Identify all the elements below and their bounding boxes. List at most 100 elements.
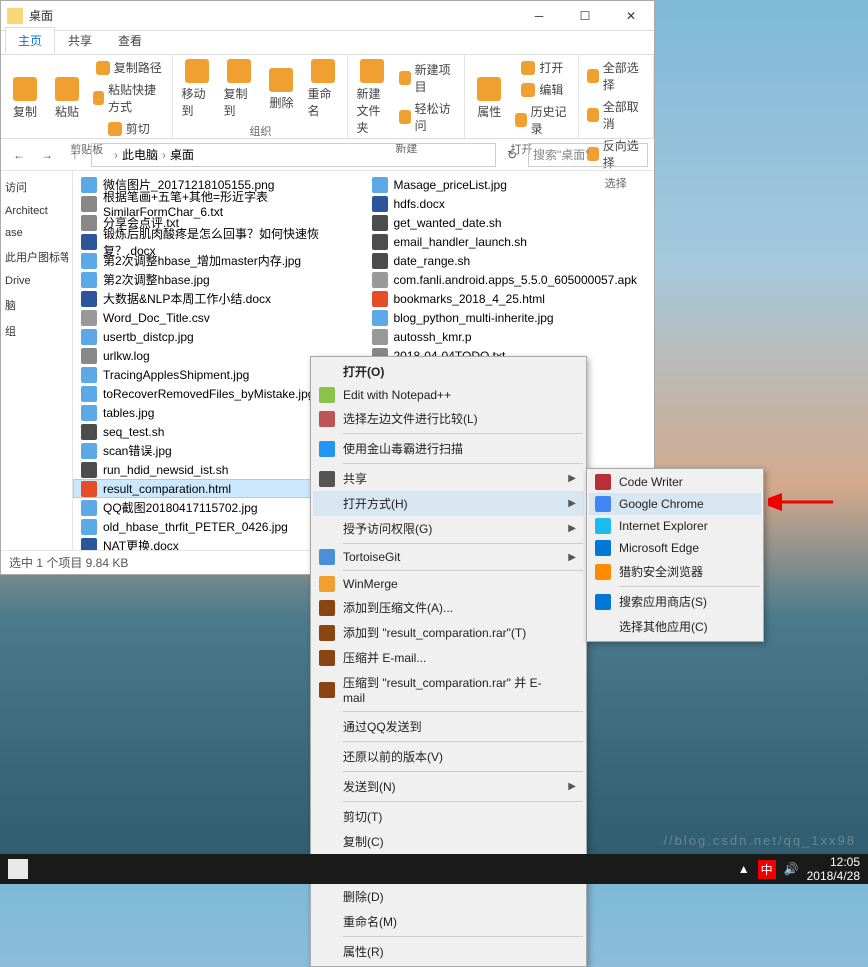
clock[interactable]: 12:05 2018/4/28 (807, 855, 860, 883)
ribbon-button[interactable]: 新建项目 (395, 59, 461, 97)
menu-item[interactable]: 通过QQ发送到 (313, 714, 584, 739)
menu-item[interactable]: 删除(D) (313, 884, 584, 909)
close-button[interactable]: ✕ (608, 1, 654, 31)
sidebar-item[interactable]: 脑 (5, 295, 68, 315)
sidebar-item[interactable]: 访问 (5, 177, 68, 197)
ribbon-button[interactable]: 全部选择 (583, 57, 649, 95)
menu-item[interactable]: 授予访问权限(G)▶ (313, 516, 584, 541)
file-item[interactable]: blog_python_multi-inherite.jpg (364, 308, 655, 327)
ribbon-icon (399, 110, 411, 124)
menu-item[interactable]: 猎豹安全浏览器 (589, 559, 761, 584)
file-item[interactable]: hdfs.docx (364, 194, 655, 213)
file-item[interactable]: get_wanted_date.sh (364, 213, 655, 232)
ribbon-button[interactable]: 粘贴快捷方式 (89, 79, 168, 117)
sidebar-item[interactable]: ase (5, 225, 68, 241)
file-item[interactable]: 大数据&NLP本周工作小结.docx (73, 289, 364, 308)
search-input[interactable]: 搜索"桌面" (528, 143, 648, 167)
menu-item[interactable]: 压缩到 "result_comparation.rar" 并 E-mail (313, 670, 584, 709)
ribbon-button[interactable]: 新建文件夹 (352, 57, 392, 138)
minimize-button[interactable]: ─ (516, 1, 562, 31)
file-item[interactable]: Word_Doc_Title.csv (73, 308, 364, 327)
menu-item[interactable]: Edit with Notepad++ (313, 384, 584, 406)
menu-item[interactable]: TortoiseGit▶ (313, 546, 584, 568)
menu-item[interactable]: Google Chrome (589, 493, 761, 515)
ribbon-tab[interactable]: 共享 (55, 27, 105, 54)
menu-item[interactable]: 打开方式(H)▶ (313, 491, 584, 516)
menu-item[interactable]: Microsoft Edge (589, 537, 761, 559)
ribbon-button[interactable]: 属性 (469, 75, 509, 122)
file-name: bookmarks_2018_4_25.html (394, 292, 545, 306)
file-icon (372, 196, 388, 212)
ribbon-tab[interactable]: 主页 (5, 27, 55, 54)
menu-item[interactable]: 选择左边文件进行比较(L) (313, 406, 584, 431)
up-button[interactable]: ↑ (63, 143, 87, 167)
menu-item[interactable]: 选择其他应用(C) (589, 614, 761, 639)
ribbon-button[interactable]: 删除 (261, 66, 301, 113)
sidebar-item[interactable]: Drive (5, 273, 68, 289)
ribbon-icon (96, 61, 110, 75)
menu-item[interactable]: 添加到 "result_comparation.rar"(T) (313, 620, 584, 645)
file-item[interactable]: email_handler_launch.sh (364, 232, 655, 251)
menu-item[interactable]: 使用金山毒霸进行扫描 (313, 436, 584, 461)
ribbon-button[interactable]: 历史记录 (511, 101, 573, 139)
menu-item[interactable]: 属性(R) (313, 939, 584, 964)
file-item[interactable]: usertb_distcp.jpg (73, 327, 364, 346)
ribbon-button[interactable]: 移动到 (177, 57, 217, 121)
file-item[interactable]: autossh_kmr.p (364, 327, 655, 346)
breadcrumb-part[interactable]: 桌面 (170, 146, 194, 163)
sidebar-item[interactable]: 此用户图标等1 (5, 247, 68, 267)
ribbon-button[interactable]: 重命名 (303, 57, 343, 121)
ribbon-button[interactable]: 粘贴 (47, 75, 87, 122)
pc-icon (96, 148, 110, 162)
file-name: com.fanli.android.apps_5.5.0_605000057.a… (394, 273, 638, 287)
menu-item[interactable]: 重命名(M) (313, 909, 584, 934)
menu-separator (343, 936, 583, 937)
menu-item[interactable]: 还原以前的版本(V) (313, 744, 584, 769)
submenu-arrow-icon: ▶ (568, 473, 576, 484)
menu-item-icon (319, 549, 335, 565)
file-name: scan错误.jpg (103, 442, 172, 459)
menu-item[interactable]: Code Writer (589, 471, 761, 493)
file-item[interactable]: date_range.sh (364, 251, 655, 270)
ribbon-button[interactable]: 打开 (511, 57, 573, 78)
menu-item[interactable]: WinMerge (313, 573, 584, 595)
ribbon-button[interactable]: 复制路径 (89, 57, 168, 78)
menu-item[interactable]: 打开(O) (313, 359, 584, 384)
menu-item[interactable]: 添加到压缩文件(A)... (313, 595, 584, 620)
menu-item[interactable]: 共享▶ (313, 466, 584, 491)
menu-item[interactable]: 压缩并 E-mail... (313, 645, 584, 670)
ribbon-button[interactable]: 复制 (5, 75, 45, 122)
ribbon-tab[interactable]: 查看 (105, 27, 155, 54)
breadcrumb-sep: › (114, 148, 118, 162)
watermark-text: //blog.csdn.net/qq_1xx98 (663, 833, 856, 848)
sidebar-item[interactable]: 组 (5, 321, 68, 341)
ribbon-button[interactable]: 轻松访问 (395, 98, 461, 136)
ribbon-button[interactable]: 全部取消 (583, 96, 649, 134)
file-item[interactable]: bookmarks_2018_4_25.html (364, 289, 655, 308)
menu-item[interactable]: 复制(C) (313, 829, 584, 854)
refresh-button[interactable]: ↻ (500, 143, 524, 167)
sidebar-item[interactable]: Architect (5, 203, 68, 219)
ribbon-button[interactable]: 复制到 (219, 57, 259, 121)
file-item[interactable]: 第2次调整hbase.jpg (73, 270, 364, 289)
tray-icon[interactable]: ▲ (738, 862, 750, 876)
file-item[interactable]: Masage_priceList.jpg (364, 175, 655, 194)
back-button[interactable]: ← (7, 143, 31, 167)
ribbon-button[interactable]: 剪切 (89, 118, 168, 139)
taskbar: ▲ 中 🔊 12:05 2018/4/28 (0, 854, 868, 884)
forward-button[interactable]: → (35, 143, 59, 167)
file-item[interactable]: com.fanli.android.apps_5.5.0_605000057.a… (364, 270, 655, 289)
maximize-button[interactable]: ☐ (562, 1, 608, 31)
address-field[interactable]: › 此电脑 › 桌面 (91, 143, 496, 167)
file-item[interactable]: 锻炼后肌肉酸疼是怎么回事？如何快速恢复？.docx (73, 232, 364, 251)
menu-item[interactable]: 搜索应用商店(S) (589, 589, 761, 614)
start-button[interactable] (8, 859, 28, 879)
ribbon-button[interactable]: 编辑 (511, 79, 573, 100)
ime-indicator[interactable]: 中 (758, 860, 776, 879)
breadcrumb-part[interactable]: 此电脑 (122, 146, 158, 163)
file-item[interactable]: 根据笔画+五笔+其他=形近字表SimilarFormChar_6.txt (73, 194, 364, 213)
menu-item[interactable]: 剪切(T) (313, 804, 584, 829)
menu-item[interactable]: Internet Explorer (589, 515, 761, 537)
menu-item[interactable]: 发送到(N)▶ (313, 774, 584, 799)
tray-icon[interactable]: 🔊 (784, 862, 799, 876)
